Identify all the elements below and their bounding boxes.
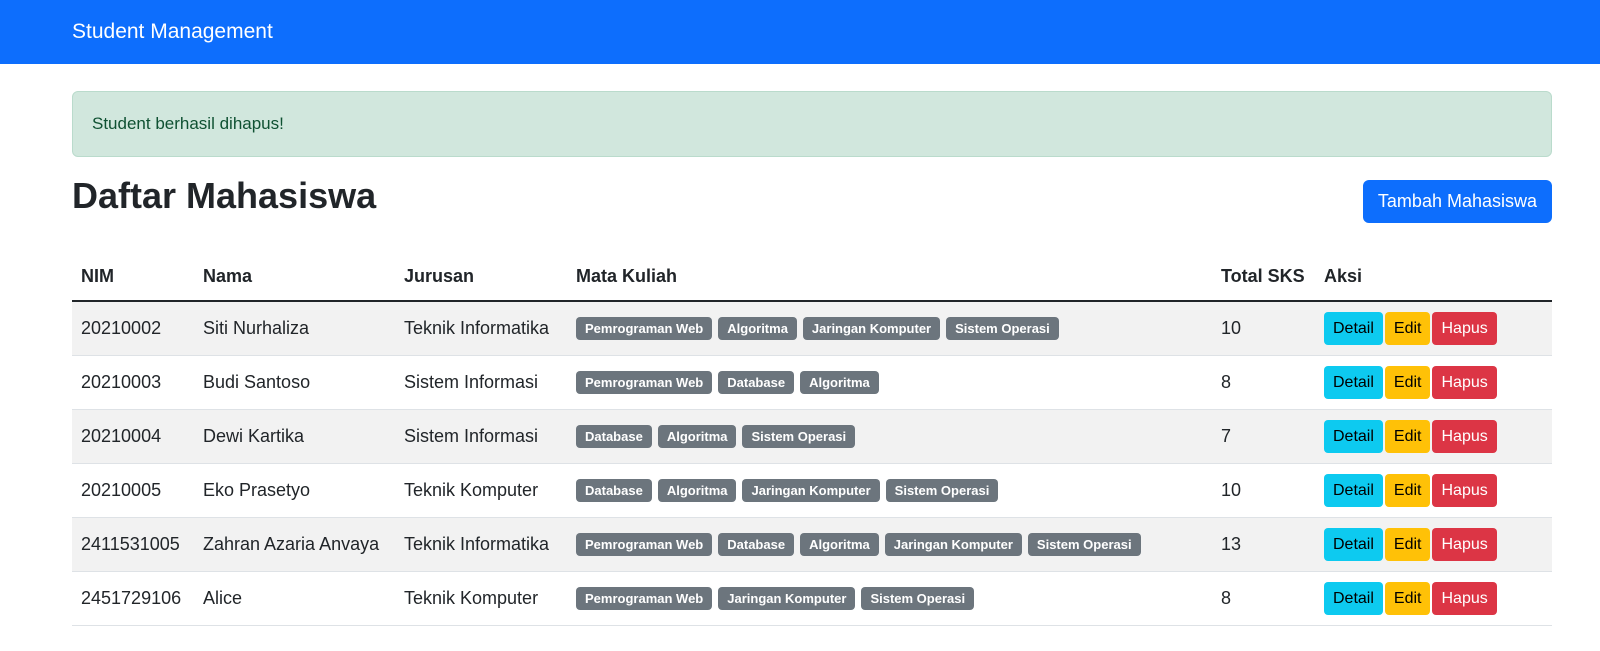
add-student-button[interactable]: Tambah Mahasiswa [1362,180,1552,223]
cell-aksi: Detail Edit Hapus [1315,409,1552,464]
course-badge: Jaringan Komputer [884,532,1022,556]
cell-nim: 2411531005 [72,517,194,572]
cell-nama: Eko Prasetyo [194,463,395,518]
course-badge: Algoritma [800,370,879,394]
cell-nama: Dewi Kartika [194,409,395,464]
course-badge: Pemrograman Web [576,532,713,556]
delete-button[interactable]: Hapus [1432,473,1497,507]
table-row: 20210004 Dewi Kartika Sistem Informasi Data… [72,409,1552,464]
course-badge: Sistem Operasi [1027,532,1141,556]
detail-button[interactable]: Detail [1324,365,1383,399]
edit-button[interactable]: Edit [1384,311,1431,345]
cell-nama: Siti Nurhaliza [194,301,395,356]
course-badge: Jaringan Komputer [718,586,856,610]
course-badge: Algoritma [800,532,879,556]
cell-jurusan: Sistem Informasi [395,409,567,464]
navbar: Student Management [0,0,1600,64]
course-badge: Sistem Operasi [946,316,1059,340]
cell-aksi: Detail Edit Hapus [1315,571,1552,626]
header-aksi: Aksi [1315,253,1552,302]
cell-jurusan: Teknik Informatika [395,301,567,356]
edit-button[interactable]: Edit [1384,527,1431,561]
cell-nim: 20210002 [72,301,194,356]
cell-jurusan: Teknik Informatika [395,517,567,572]
cell-mata-kuliah: Database Algoritma Jaringan Komputer Sistem… [567,463,1212,518]
cell-mata-kuliah: Pemrograman Web Jaringan Komputer Sistem O… [567,571,1212,626]
header-nama: Nama [194,253,395,302]
table-row: 20210002 Siti Nurhaliza Teknik Informatika… [72,301,1552,356]
header-jurusan: Jurusan [395,253,567,302]
table-head: NIM Nama Jurusan Mata Kuliah Total SKS A… [72,253,1552,302]
cell-mata-kuliah: Database Algoritma Sistem Operasi [567,409,1212,464]
cell-nama: Budi Santoso [194,355,395,410]
page-header: Daftar Mahasiswa Tambah Mahasiswa [72,157,1552,253]
delete-button[interactable]: Hapus [1432,311,1497,345]
cell-aksi: Detail Edit Hapus [1315,463,1552,518]
cell-mata-kuliah: Pemrograman Web Database Algoritma [567,355,1212,410]
course-badge: Algoritma [657,478,737,502]
header-total-sks: Total SKS [1212,253,1315,302]
success-alert: Student berhasil dihapus! [72,91,1552,157]
cell-aksi: Detail Edit Hapus [1315,301,1552,356]
cell-total-sks: 8 [1212,571,1315,626]
detail-button[interactable]: Detail [1324,473,1383,507]
course-badge: Database [576,424,652,448]
edit-button[interactable]: Edit [1384,419,1431,453]
course-badge: Pemrograman Web [576,316,713,340]
detail-button[interactable]: Detail [1324,419,1383,453]
main-container: Student berhasil dihapus! Daftar Mahasis… [72,64,1552,626]
course-badge: Algoritma [657,424,737,448]
cell-total-sks: 10 [1212,301,1315,356]
delete-button[interactable]: Hapus [1432,581,1497,615]
cell-nim: 20210003 [72,355,194,410]
table-row: 2451729106 Alice Teknik Komputer Pemrograma… [72,571,1552,626]
cell-nama: Zahran Azaria Anvaya [194,517,395,572]
table-row: 20210003 Budi Santoso Sistem Informasi Pemr… [72,355,1552,410]
course-badge: Sistem Operasi [885,478,999,502]
cell-jurusan: Teknik Komputer [395,463,567,518]
students-table: NIM Nama Jurusan Mata Kuliah Total SKS A… [72,253,1552,626]
cell-nim: 20210004 [72,409,194,464]
delete-button[interactable]: Hapus [1432,527,1497,561]
cell-total-sks: 7 [1212,409,1315,464]
cell-total-sks: 13 [1212,517,1315,572]
cell-nim: 20210005 [72,463,194,518]
delete-button[interactable]: Hapus [1432,419,1497,453]
header-mata-kuliah: Mata Kuliah [567,253,1212,302]
course-badge: Jaringan Komputer [802,316,941,340]
course-badge: Sistem Operasi [861,586,975,610]
course-badge: Sistem Operasi [742,424,856,448]
edit-button[interactable]: Edit [1384,581,1431,615]
detail-button[interactable]: Detail [1324,581,1383,615]
cell-mata-kuliah: Pemrograman Web Algoritma Jaringan Kompute… [567,301,1212,356]
cell-mata-kuliah: Pemrograman Web Database Algoritma Jaringan… [567,517,1212,572]
edit-button[interactable]: Edit [1384,473,1431,507]
table-body: 20210002 Siti Nurhaliza Teknik Informatika… [72,301,1552,626]
course-badge: Algoritma [718,316,797,340]
cell-jurusan: Sistem Informasi [395,355,567,410]
page-title: Daftar Mahasiswa [72,175,377,216]
cell-total-sks: 8 [1212,355,1315,410]
cell-aksi: Detail Edit Hapus [1315,355,1552,410]
course-badge: Jaringan Komputer [742,478,880,502]
cell-jurusan: Teknik Komputer [395,571,567,626]
detail-button[interactable]: Detail [1324,311,1383,345]
header-nim: NIM [72,253,194,302]
header-row: NIM Nama Jurusan Mata Kuliah Total SKS A… [72,253,1552,302]
course-badge: Database [718,532,795,556]
delete-button[interactable]: Hapus [1432,365,1497,399]
course-badge: Pemrograman Web [576,370,713,394]
course-badge: Database [718,370,795,394]
cell-total-sks: 10 [1212,463,1315,518]
table-row: 2411531005 Zahran Azaria Anvaya Teknik Inf… [72,517,1552,572]
cell-aksi: Detail Edit Hapus [1315,517,1552,572]
table-row: 20210005 Eko Prasetyo Teknik Komputer Datab… [72,463,1552,518]
edit-button[interactable]: Edit [1384,365,1431,399]
course-badge: Pemrograman Web [576,586,713,610]
course-badge: Database [576,478,652,502]
cell-nama: Alice [194,571,395,626]
detail-button[interactable]: Detail [1324,527,1383,561]
cell-nim: 2451729106 [72,571,194,626]
navbar-brand[interactable]: Student Management [72,20,273,44]
